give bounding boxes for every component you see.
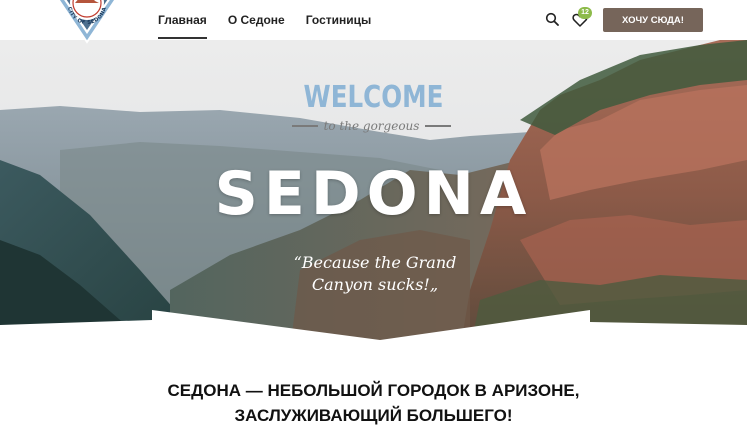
tagline-text: to the gorgeous [323, 119, 420, 133]
favorites-count-badge: 12 [578, 7, 592, 19]
hero-banner: WELCOME to the gorgeous SEDONA “Because … [0, 40, 747, 350]
search-icon[interactable] [545, 12, 559, 26]
intro-heading: СЕДОНА — НЕБОЛЬШОЙ ГОРОДОК В АРИЗОНЕ, ЗА… [0, 378, 747, 427]
tagline-divider-left [291, 125, 318, 127]
intro-line-2: ЗАСЛУЖИВАЮЩИЙ БОЛЬШЕГО! [234, 406, 513, 425]
tagline-row: to the gorgeous [290, 117, 453, 135]
nav-item-hotels[interactable]: Гостиницы [306, 0, 372, 40]
hero-text-block: WELCOME to the gorgeous SEDONA “Because … [0, 40, 747, 350]
intro-line-1: СЕДОНА — НЕБОЛЬШОЙ ГОРОДОК В АРИЗОНЕ, [167, 381, 580, 400]
main-nav: Главная О Седоне Гостиницы [158, 0, 371, 40]
quote-line-2: Canyon sucks!„ [311, 275, 439, 294]
nav-item-home[interactable]: Главная [158, 0, 207, 40]
hero-title: SEDONA [214, 159, 533, 229]
quote-line-1: “Because the Grand [293, 253, 457, 272]
hero-quote: “Because the Grand Canyon sucks!„ [270, 252, 480, 296]
welcome-heading: WELCOME [303, 80, 444, 115]
tagline-divider-right [425, 125, 452, 127]
want-here-button[interactable]: ХОЧУ СЮДА! [603, 8, 703, 32]
city-of-sedona-logo[interactable]: CITY OF SEDONA [40, 0, 134, 44]
nav-item-about-sedona[interactable]: О Седоне [228, 0, 285, 40]
